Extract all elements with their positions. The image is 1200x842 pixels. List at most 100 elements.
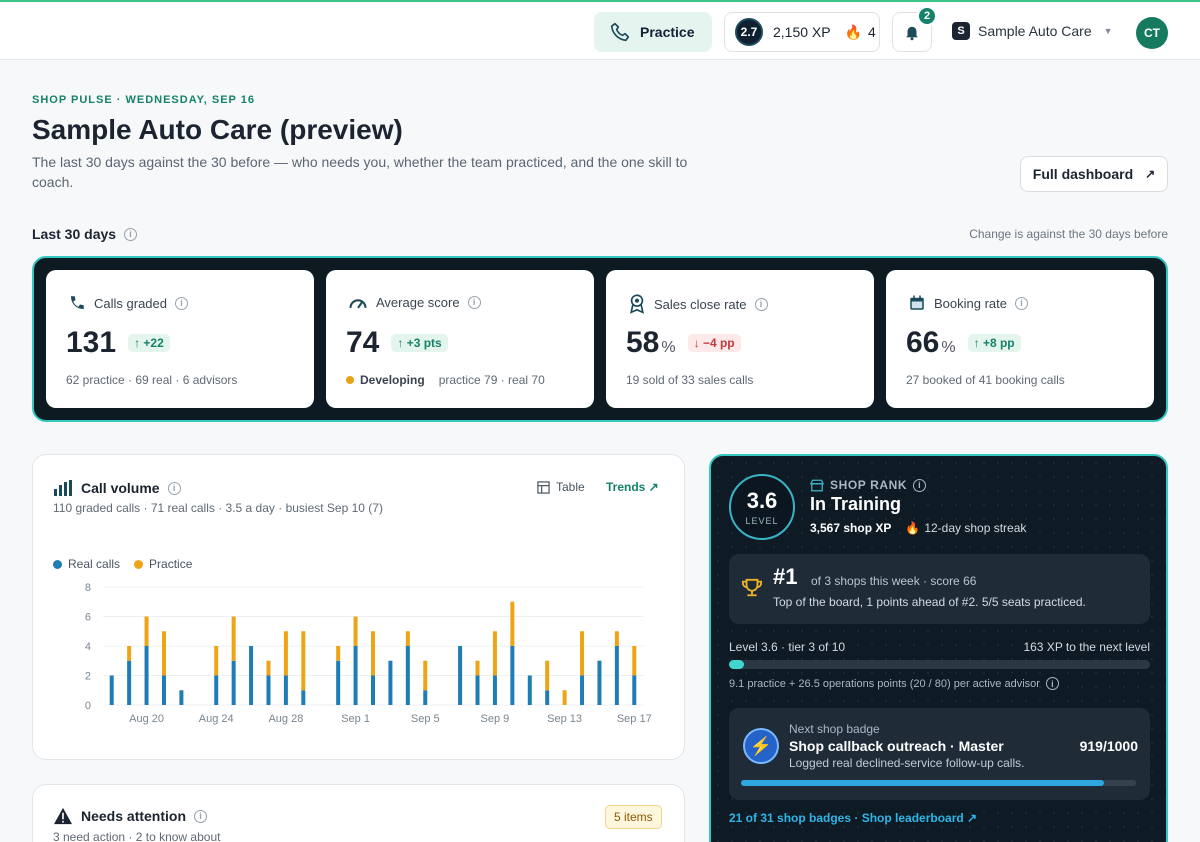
level-badge: 2.7 xyxy=(735,18,763,46)
lightning-icon: ⚡ xyxy=(743,728,779,764)
bar-real-calls xyxy=(144,646,149,705)
call-volume-chart: 0 2 4 6 8 Aug 20 Aug 24 Aug 28 Sep 1 Sep 5 Sep 9 Se… xyxy=(85,582,652,725)
kpi-value-row: 74 ↑ +3 pts xyxy=(346,326,448,360)
bar-real-calls xyxy=(510,646,515,705)
x-tick-label: Aug 24 xyxy=(199,713,234,725)
practice-button[interactable]: Practice xyxy=(594,12,712,52)
bar-real-calls xyxy=(371,675,375,705)
y-tick-label: 6 xyxy=(85,612,91,624)
bar-practice xyxy=(301,631,306,691)
info-icon[interactable]: i xyxy=(167,481,181,495)
trends-link[interactable]: Trends ↗ xyxy=(606,480,659,494)
bar-real-calls xyxy=(214,675,219,705)
bar-practice xyxy=(545,660,550,691)
info-icon[interactable]: i xyxy=(175,296,188,310)
bar-real-calls xyxy=(388,660,393,705)
kpi-footer: 19 sold of 33 sales calls xyxy=(626,373,754,387)
phone-icon xyxy=(610,22,630,42)
kpi-delta: ↑ +3 pts xyxy=(391,334,448,352)
info-icon[interactable]: i xyxy=(913,478,927,492)
bar-real-calls xyxy=(545,690,550,705)
shop-logo: S xyxy=(952,22,970,40)
xp-pill[interactable]: 2.7 2,150 XP 🔥 4 xyxy=(724,12,880,52)
kpi-booking-rate[interactable]: Booking rate i 66 % ↑ +8 pp 27 booked of… xyxy=(886,270,1154,408)
info-icon[interactable]: i xyxy=(754,297,768,311)
kpi-footer: 27 booked of 41 booking calls xyxy=(906,373,1065,387)
call-volume-subtitle: 110 graded calls · 71 real calls · 3.5 a… xyxy=(53,501,383,515)
x-tick-label: Sep 1 xyxy=(341,713,370,725)
bar-real-calls xyxy=(283,675,288,705)
kpi-calls-graded[interactable]: Calls graded i 131 ↑ +22 62 practice · 6… xyxy=(46,270,314,408)
info-icon[interactable]: i xyxy=(124,227,138,241)
bar-real-calls xyxy=(527,675,532,705)
bar-real-calls xyxy=(266,675,271,705)
bar-practice xyxy=(423,660,428,691)
kpi-head: Booking rate i xyxy=(908,294,1028,312)
legend-swatch xyxy=(53,560,62,569)
full-dashboard-button[interactable]: Full dashboard ↗ xyxy=(1020,156,1168,192)
legend-label: Real calls xyxy=(68,557,121,571)
kpi-value: 66 xyxy=(906,326,940,359)
rank-meta: 3,567 shop XP 🔥 12-day shop streak xyxy=(810,521,1026,535)
bar-real-calls xyxy=(492,675,497,705)
progress-right: 163 XP to the next level xyxy=(1023,640,1150,654)
info-icon[interactable]: i xyxy=(467,295,481,309)
kpi-value: 58 xyxy=(626,326,660,359)
legend-practice: Practice xyxy=(134,557,192,571)
bar-real-calls xyxy=(353,646,358,705)
kpi-label: Calls graded xyxy=(94,295,167,311)
call-volume-card: Call volume i 110 graded calls · 71 real… xyxy=(32,454,685,760)
flame-icon: 🔥 xyxy=(844,23,863,40)
bar-real-calls xyxy=(249,646,254,705)
kpi-strip: Calls graded i 131 ↑ +22 62 practice · 6… xyxy=(32,256,1168,422)
kpi-average-score[interactable]: Average score i 74 ↑ +3 pts Developing p… xyxy=(326,270,594,408)
kpi-value: 131 xyxy=(66,326,117,359)
bar-real-calls xyxy=(597,660,602,705)
next-badge-box[interactable]: ⚡ Next shop badge Shop callback outreach… xyxy=(729,708,1150,800)
bar-practice xyxy=(266,660,271,676)
bar-chart-icon xyxy=(54,480,72,496)
avatar[interactable]: CT xyxy=(1136,17,1168,49)
y-tick-label: 2 xyxy=(85,671,91,683)
bar-practice xyxy=(614,631,619,646)
y-tick-label: 4 xyxy=(85,641,91,653)
bar-practice xyxy=(405,631,410,646)
x-tick-label: Sep 5 xyxy=(411,713,440,725)
chevron-down-icon: ▼ xyxy=(1103,26,1113,36)
y-tick-label: 0 xyxy=(85,700,91,712)
flame-icon: 🔥 xyxy=(905,521,921,535)
notifications-button[interactable]: 2 xyxy=(892,6,937,52)
shop-switcher[interactable]: S Sample Auto Care ▼ xyxy=(952,22,1113,40)
legend-real: Real calls xyxy=(53,557,120,571)
level-progress-bar xyxy=(729,660,1150,669)
rank-context: of 3 shops this week · score 66 xyxy=(811,574,977,588)
kpi-footer: Developing practice 79 · real 70 xyxy=(346,373,545,387)
status-dot xyxy=(346,376,354,384)
table-icon xyxy=(537,480,550,494)
info-icon[interactable]: i xyxy=(1045,677,1059,690)
shop-rank-card: 3.6 LEVEL SHOP RANK i In Training 3,567 … xyxy=(709,454,1168,842)
badge-description: Logged real declined-service follow-up c… xyxy=(789,756,1025,770)
bar-practice xyxy=(562,690,567,705)
kpi-sales-close-rate[interactable]: Sales close rate i 58 % ↓ −4 pp 19 sold … xyxy=(606,270,874,408)
kpi-label: Sales close rate xyxy=(654,296,747,312)
badge-count: 919/1000 xyxy=(1079,738,1138,754)
level-ring: 3.6 LEVEL xyxy=(729,474,795,540)
x-tick-label: Aug 20 xyxy=(129,713,164,725)
table-toggle[interactable]: Table xyxy=(537,480,585,494)
kpi-head: Calls graded i xyxy=(68,294,188,312)
shop-badges-link[interactable]: 21 of 31 shop badges · Shop leaderboard … xyxy=(729,811,977,825)
x-tick-label: Sep 13 xyxy=(547,713,582,725)
rank-position: #1 xyxy=(773,564,798,589)
bar-practice xyxy=(475,660,480,676)
bar-practice xyxy=(214,646,219,676)
bar-real-calls xyxy=(632,675,637,705)
x-tick-label: Sep 9 xyxy=(481,713,510,725)
bar-real-calls xyxy=(614,646,619,705)
bell-icon xyxy=(906,26,918,41)
info-icon[interactable]: i xyxy=(1015,296,1028,310)
info-icon[interactable]: i xyxy=(194,809,208,823)
needs-attention-header: Needs attention i xyxy=(53,807,208,825)
bar-practice xyxy=(492,631,497,676)
bar-real-calls xyxy=(179,690,184,705)
